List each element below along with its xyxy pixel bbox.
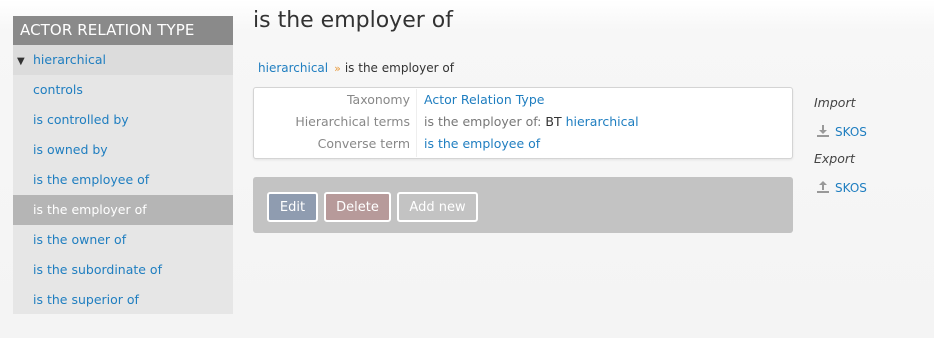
info-row-taxonomy: Taxonomy Actor Relation Type xyxy=(254,89,792,111)
converse-term-value: is the employee of xyxy=(424,133,540,155)
hierarchical-terms-value: is the employer of: BT hierarchical xyxy=(424,111,639,133)
breadcrumb-current: is the employer of xyxy=(344,61,454,75)
action-button-bar: Edit Delete Add new xyxy=(253,177,793,233)
export-skos-label: SKOS xyxy=(835,181,867,195)
hierarchical-prefix: is the employer of: xyxy=(424,114,542,129)
page: ACTOR RELATION TYPE ▼ hierarchical contro… xyxy=(0,0,934,338)
sidebar-item-hierarchical[interactable]: ▼ hierarchical xyxy=(13,45,233,75)
sidebar-item-is-the-subordinate-of[interactable]: is the subordinate of xyxy=(13,255,233,285)
taxonomy-label: Taxonomy xyxy=(346,92,410,107)
breadcrumb-separator: » xyxy=(334,62,341,75)
breadcrumb: hierarchical » is the employer of xyxy=(258,61,454,75)
export-skos-link[interactable]: SKOS xyxy=(816,180,867,195)
converse-term-link[interactable]: is the employee of xyxy=(424,136,540,151)
caret-down-icon: ▼ xyxy=(17,56,25,67)
converse-term-label: Converse term xyxy=(317,136,410,151)
info-row-converse: Converse term is the employee of xyxy=(254,133,792,155)
sidebar-item-label: hierarchical xyxy=(33,52,107,67)
term-info-box: Taxonomy Actor Relation Type Hierarchica… xyxy=(253,87,793,159)
taxonomy-value: Actor Relation Type xyxy=(424,89,544,111)
hierarchical-terms-label: Hierarchical terms xyxy=(295,114,410,129)
sidebar: ACTOR RELATION TYPE ▼ hierarchical contro… xyxy=(13,16,233,314)
upload-icon xyxy=(816,180,830,194)
import-skos-label: SKOS xyxy=(835,125,867,139)
broader-term-marker: BT xyxy=(545,114,562,129)
info-row-hierarchical: Hierarchical terms is the employer of: B… xyxy=(254,111,792,133)
taxonomy-link[interactable]: Actor Relation Type xyxy=(424,92,544,107)
sidebar-item-is-the-superior-of[interactable]: is the superior of xyxy=(13,285,233,315)
sidebar-item-is-controlled-by[interactable]: is controlled by xyxy=(13,105,233,135)
add-new-button[interactable]: Add new xyxy=(397,192,478,222)
edit-button[interactable]: Edit xyxy=(267,192,318,222)
sidebar-item-is-owned-by[interactable]: is owned by xyxy=(13,135,233,165)
page-title: is the employer of xyxy=(253,8,453,33)
sidebar-item-is-the-employee-of[interactable]: is the employee of xyxy=(13,165,233,195)
export-heading: Export xyxy=(814,151,855,166)
sidebar-header: ACTOR RELATION TYPE xyxy=(13,16,233,45)
breadcrumb-link-hierarchical[interactable]: hierarchical xyxy=(258,61,328,75)
sidebar-item-is-the-owner-of[interactable]: is the owner of xyxy=(13,225,233,255)
delete-button[interactable]: Delete xyxy=(324,192,391,222)
sidebar-item-is-the-employer-of[interactable]: is the employer of xyxy=(13,195,233,225)
download-icon xyxy=(816,124,830,138)
import-skos-link[interactable]: SKOS xyxy=(816,124,867,139)
hierarchical-link[interactable]: hierarchical xyxy=(566,114,639,129)
import-heading: Import xyxy=(814,95,856,110)
sidebar-item-controls[interactable]: controls xyxy=(13,75,233,105)
